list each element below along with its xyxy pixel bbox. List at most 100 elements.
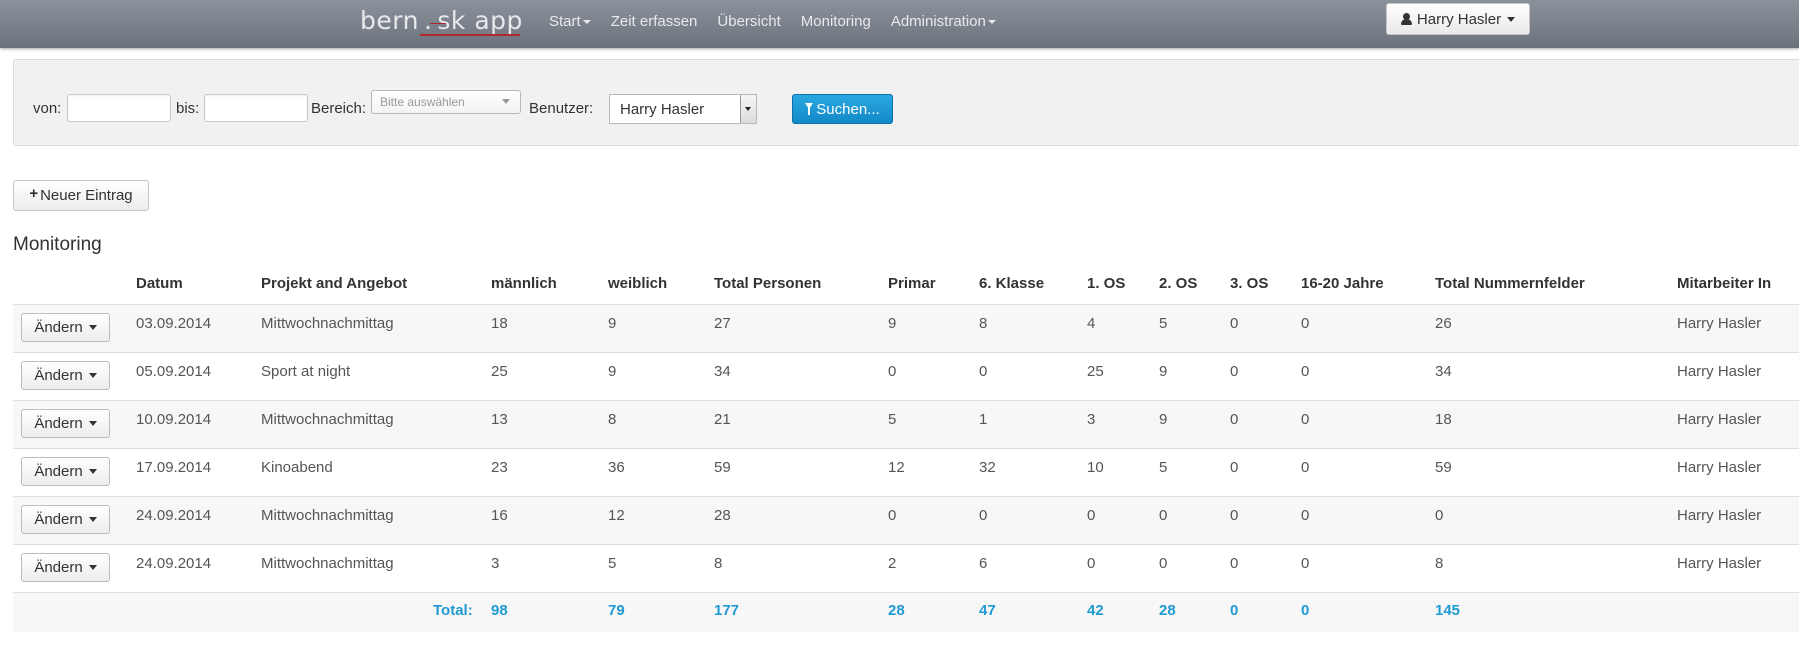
- cell-total-personen: 21: [714, 411, 731, 428]
- new-entry-label: Neuer Eintrag: [40, 187, 133, 204]
- total-6-klasse: 47: [979, 602, 996, 619]
- cell-6-klasse: 1: [979, 411, 988, 428]
- cell-total-nummernfelder: 26: [1435, 315, 1452, 332]
- nav-start[interactable]: Start: [549, 13, 591, 30]
- main-nav: Start Zeit erfassen Übersicht Monitoring…: [549, 0, 1016, 42]
- header-2-os: 2. OS: [1159, 275, 1198, 292]
- total-row: Total: 98 79 177 28 47 42 28 0 0 145: [13, 592, 1799, 632]
- cell-6-klasse: 6: [979, 555, 988, 572]
- cell-total-nummernfelder: 34: [1435, 363, 1452, 380]
- header-projekt: Projekt and Angebot: [261, 275, 408, 292]
- cell-maennlich: 13: [491, 411, 508, 428]
- chevron-down-icon: [502, 99, 510, 104]
- cell-1-os: 10: [1087, 459, 1104, 476]
- total-1-os: 42: [1087, 602, 1104, 619]
- cell-1-os: 0: [1087, 507, 1096, 524]
- cell-projekt: Mittwochnachmittag: [261, 507, 394, 524]
- user-name: Harry Hasler: [1416, 10, 1502, 28]
- total-maennlich: 98: [491, 602, 508, 619]
- total-weiblich: 79: [608, 602, 625, 619]
- cell-primar: 2: [888, 555, 897, 572]
- cell-maennlich: 23: [491, 459, 508, 476]
- cell-weiblich: 9: [608, 315, 617, 332]
- cell-1-os: 3: [1087, 411, 1096, 428]
- edit-button[interactable]: Ändern: [21, 457, 110, 486]
- bereich-label: Bereich:: [311, 100, 367, 117]
- user-menu-button[interactable]: Harry Hasler: [1386, 3, 1530, 35]
- brand-separator: .: [423, 6, 433, 35]
- cell-weiblich: 36: [608, 459, 625, 476]
- edit-button[interactable]: Ändern: [21, 409, 110, 438]
- cell-2-os: 0: [1159, 555, 1168, 572]
- nav-zeit-erfassen[interactable]: Zeit erfassen: [611, 13, 698, 30]
- cell-mitarbeiter: Harry Hasler: [1677, 555, 1762, 572]
- bereich-placeholder: Bitte auswählen: [380, 95, 465, 109]
- total-nummernfelder: 145: [1435, 602, 1461, 619]
- header-weiblich: weiblich: [608, 275, 668, 292]
- user-icon: [1400, 13, 1412, 25]
- benutzer-select[interactable]: Harry Hasler: [609, 94, 757, 124]
- search-button-label: Suchen...: [816, 100, 880, 118]
- edit-button[interactable]: Ändern: [21, 505, 110, 534]
- header-1-os: 1. OS: [1087, 275, 1126, 292]
- header-maennlich: männlich: [491, 275, 557, 292]
- cell-datum: 10.09.2014: [136, 411, 212, 428]
- cell-primar: 9: [888, 315, 897, 332]
- cell-3-os: 0: [1230, 459, 1239, 476]
- caret-down-icon: [582, 19, 591, 24]
- plus-icon: +: [29, 184, 39, 202]
- cell-datum: 03.09.2014: [136, 315, 212, 332]
- cell-weiblich: 12: [608, 507, 625, 524]
- nav-monitoring[interactable]: Monitoring: [801, 13, 871, 30]
- cell-primar: 5: [888, 411, 897, 428]
- von-input[interactable]: [67, 94, 171, 122]
- edit-button[interactable]: Ändern: [21, 553, 110, 582]
- cell-6-klasse: 0: [979, 507, 988, 524]
- total-primar: 28: [888, 602, 905, 619]
- cell-projekt: Sport at night: [261, 363, 351, 380]
- header-mitarbeiter: Mitarbeiter In: [1677, 275, 1772, 292]
- cell-6-klasse: 32: [979, 459, 996, 476]
- funnel-icon: [805, 103, 814, 115]
- table-row: Ändern 24.09.2014 Mittwochnachmittag 16 …: [13, 496, 1799, 544]
- cell-16-20-jahre: 0: [1301, 411, 1310, 428]
- bereich-select[interactable]: Bitte auswählen: [371, 90, 521, 114]
- cell-maennlich: 25: [491, 363, 508, 380]
- header-datum: Datum: [136, 275, 183, 292]
- cell-maennlich: 16: [491, 507, 508, 524]
- cell-primar: 12: [888, 459, 905, 476]
- nav-administration[interactable]: Administration: [891, 13, 996, 30]
- cell-projekt: Mittwochnachmittag: [261, 411, 394, 428]
- cell-datum: 24.09.2014: [136, 555, 212, 572]
- chevron-down-icon[interactable]: [740, 95, 756, 123]
- cell-3-os: 0: [1230, 363, 1239, 380]
- nav-uebersicht[interactable]: Übersicht: [717, 13, 780, 30]
- header-total-nummernfelder: Total Nummernfelder: [1435, 275, 1585, 292]
- cell-16-20-jahre: 0: [1301, 555, 1310, 572]
- benutzer-value: Harry Hasler: [620, 101, 705, 118]
- benutzer-label: Benutzer:: [529, 100, 594, 117]
- cell-projekt: Mittwochnachmittag: [261, 315, 394, 332]
- edit-button[interactable]: Ändern: [21, 361, 110, 390]
- caret-down-icon: [987, 19, 996, 24]
- cell-weiblich: 8: [608, 411, 617, 428]
- cell-3-os: 0: [1230, 411, 1239, 428]
- total-personen: 177: [714, 602, 740, 619]
- brand-underline: [420, 34, 520, 36]
- top-navbar: bern. sk app Start Zeit erfassen Übersich…: [0, 0, 1799, 48]
- cell-weiblich: 9: [608, 363, 617, 380]
- brand-logo[interactable]: bern. sk app: [360, 6, 523, 36]
- cell-projekt: Kinoabend: [261, 459, 333, 476]
- edit-button[interactable]: Ändern: [21, 313, 110, 342]
- search-button[interactable]: Suchen...: [792, 94, 893, 124]
- cell-3-os: 0: [1230, 555, 1239, 572]
- cell-2-os: 5: [1159, 315, 1168, 332]
- bis-input[interactable]: [204, 94, 308, 122]
- cell-weiblich: 5: [608, 555, 617, 572]
- cell-total-personen: 28: [714, 507, 731, 524]
- cell-2-os: 5: [1159, 459, 1168, 476]
- new-entry-button[interactable]: + Neuer Eintrag: [13, 180, 149, 211]
- brand-right: sk app: [437, 6, 523, 35]
- total-3-os: 0: [1230, 602, 1239, 619]
- header-16-20-jahre: 16-20 Jahre: [1301, 275, 1384, 292]
